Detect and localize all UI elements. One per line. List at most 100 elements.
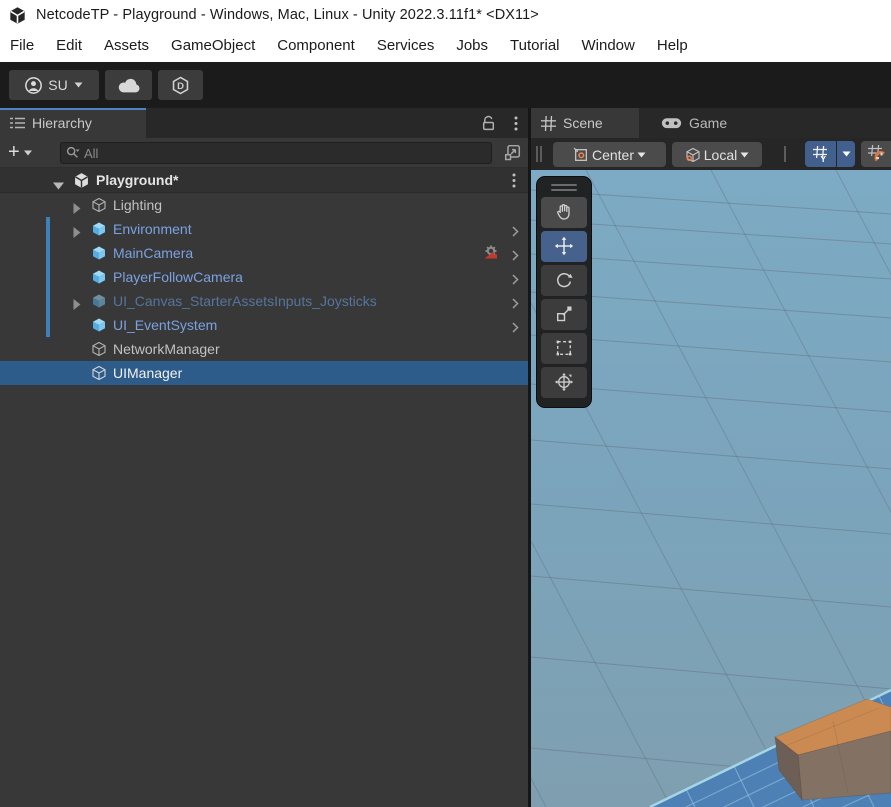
- hierarchy-tabbar: Hierarchy: [0, 108, 528, 138]
- menu-jobs[interactable]: Jobs: [445, 30, 499, 62]
- tab-hierarchy[interactable]: Hierarchy: [0, 108, 146, 138]
- row-label: NetworkManager: [113, 341, 220, 357]
- open-search-window-icon[interactable]: [504, 144, 521, 166]
- row-label: UIManager: [113, 365, 182, 381]
- hierarchy-row-playerfollowcamera[interactable]: PlayerFollowCamera: [0, 265, 528, 289]
- chevron-down-icon: [740, 152, 749, 158]
- prefab-open-chevron[interactable]: [512, 296, 519, 314]
- scene-viewport[interactable]: [531, 170, 891, 807]
- tool-rotate[interactable]: [541, 265, 587, 296]
- devops-hexagon-icon: D: [171, 76, 190, 95]
- tool-view-hand[interactable]: [541, 197, 587, 228]
- row-label: PlayerFollowCamera: [113, 269, 243, 285]
- hierarchy-tree: Playground* Lighting Environment MainCam…: [0, 168, 528, 807]
- scene-header-row[interactable]: Playground*: [0, 168, 528, 193]
- svg-text:Y: Y: [820, 154, 826, 163]
- hierarchy-row-uimanager[interactable]: UIManager: [0, 361, 528, 385]
- unity-toolbar: SU D: [0, 62, 891, 108]
- prefab-open-chevron[interactable]: [512, 320, 519, 338]
- window-titlebar: NetcodeTP - Playground - Windows, Mac, L…: [0, 0, 891, 30]
- hierarchy-row-ui-canvas[interactable]: UI_Canvas_StarterAssetsInputs_Joysticks: [0, 289, 528, 313]
- row-label: Lighting: [113, 197, 162, 213]
- hierarchy-row-ui-eventsystem[interactable]: UI_EventSystem: [0, 313, 528, 337]
- prefab-open-chevron[interactable]: [512, 224, 519, 242]
- row-label: UI_EventSystem: [113, 317, 217, 333]
- palette-drag-handle[interactable]: [551, 182, 577, 192]
- tool-scale[interactable]: [541, 299, 587, 330]
- tool-rect[interactable]: [541, 333, 587, 364]
- chevron-down-icon: [74, 82, 83, 88]
- toolbar-drag-handle[interactable]: [540, 146, 542, 162]
- toolbar-drag-handle[interactable]: [536, 146, 538, 162]
- prefab-cube-icon: [91, 269, 107, 290]
- grid-visibility-button[interactable]: Y: [805, 141, 836, 167]
- unity-scene-icon: [73, 172, 90, 194]
- prefab-override-bar: [46, 217, 50, 241]
- prefab-override-bar: [46, 289, 50, 313]
- hierarchy-panel: Hierarchy +: [0, 108, 528, 807]
- scene-toolbar: Center Local Y: [531, 138, 891, 170]
- hierarchy-list-icon: [10, 117, 25, 129]
- account-icon: [25, 77, 42, 94]
- gamepad-icon: [661, 117, 682, 130]
- chevron-down-icon: [842, 151, 851, 157]
- menu-assets[interactable]: Assets: [93, 30, 160, 62]
- tool-move[interactable]: [541, 231, 587, 262]
- window-title: NetcodeTP - Playground - Windows, Mac, L…: [36, 7, 539, 23]
- orientation-mode-label: Local: [704, 147, 737, 163]
- prefab-cube-icon-inactive: [91, 293, 107, 314]
- tab-label: Scene: [563, 115, 603, 131]
- menu-services[interactable]: Services: [366, 30, 446, 62]
- hierarchy-row-maincamera[interactable]: MainCamera: [0, 241, 528, 265]
- tab-scene[interactable]: Scene: [531, 108, 639, 138]
- tab-label: Hierarchy: [32, 115, 92, 131]
- pivot-mode-button[interactable]: Center: [553, 142, 666, 167]
- panel-menu-icon[interactable]: [514, 116, 518, 131]
- chevron-down-icon: [24, 150, 32, 156]
- tool-palette: [536, 176, 592, 408]
- create-object-button[interactable]: +: [8, 138, 32, 168]
- scene-panel: Scene Game Center Local: [531, 108, 891, 807]
- menu-window[interactable]: Window: [571, 30, 646, 62]
- account-initials: SU: [48, 77, 67, 93]
- devops-button[interactable]: D: [158, 70, 203, 100]
- plus-icon: +: [8, 142, 20, 162]
- prefab-override-bar: [46, 265, 50, 289]
- hierarchy-search[interactable]: [60, 142, 492, 164]
- lock-icon[interactable]: [481, 115, 496, 131]
- grid-axis-icon: Y: [812, 145, 829, 163]
- unity-app-icon: [8, 6, 27, 25]
- menu-edit[interactable]: Edit: [45, 30, 93, 62]
- scene-menu-icon[interactable]: [512, 173, 516, 193]
- gameobject-cube-icon: [91, 365, 107, 386]
- cloud-services-button[interactable]: [105, 70, 152, 100]
- hierarchy-row-lighting[interactable]: Lighting: [0, 193, 528, 217]
- menu-tutorial[interactable]: Tutorial: [499, 30, 570, 62]
- scene-name: Playground*: [96, 172, 178, 188]
- grid-snapping-button[interactable]: [861, 141, 891, 167]
- prefab-open-chevron[interactable]: [512, 248, 519, 266]
- prefab-cube-icon: [91, 245, 107, 266]
- scene-grid-icon: [541, 116, 556, 131]
- menu-help[interactable]: Help: [646, 30, 699, 62]
- menu-component[interactable]: Component: [266, 30, 366, 62]
- gameobject-cube-icon: [91, 197, 107, 218]
- row-label: MainCamera: [113, 245, 193, 261]
- hierarchy-row-networkmanager[interactable]: NetworkManager: [0, 337, 528, 361]
- account-button[interactable]: SU: [9, 70, 99, 100]
- row-label: Environment: [113, 221, 192, 237]
- prefab-open-chevron[interactable]: [512, 272, 519, 290]
- hierarchy-row-environment[interactable]: Environment: [0, 217, 528, 241]
- grid-settings-dropdown[interactable]: [837, 141, 855, 167]
- menu-gameobject[interactable]: GameObject: [160, 30, 266, 62]
- tab-game[interactable]: Game: [651, 108, 746, 138]
- prefab-cube-icon: [91, 221, 107, 242]
- tab-label: Game: [689, 115, 727, 131]
- chevron-down-icon: [637, 152, 646, 158]
- search-input[interactable]: [84, 146, 491, 161]
- svg-text:D: D: [177, 80, 184, 91]
- box-object[interactable]: [775, 699, 891, 800]
- menu-file[interactable]: File: [0, 30, 45, 62]
- tool-transform[interactable]: [541, 367, 587, 398]
- orientation-mode-button[interactable]: Local: [672, 142, 762, 167]
